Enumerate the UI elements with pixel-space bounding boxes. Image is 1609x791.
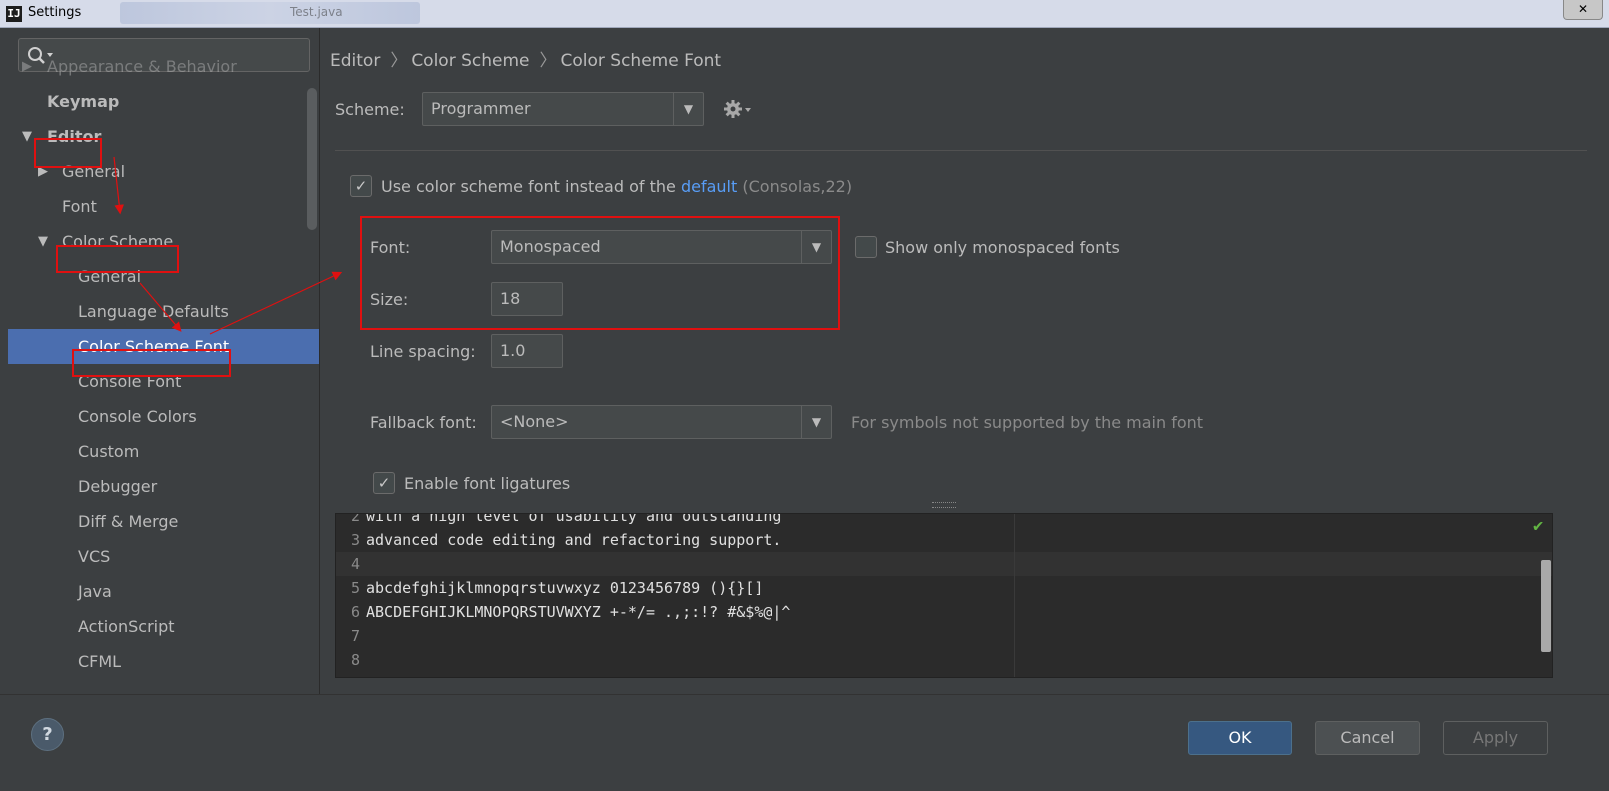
ok-button[interactable]: OK	[1188, 721, 1292, 755]
background-tab: Test.java	[290, 5, 343, 19]
preview-line-text: ABCDEFGHIJKLMNOPQRSTUVWXYZ +-*/= .,;:!? …	[366, 603, 791, 621]
tree-item[interactable]: CFML	[8, 644, 319, 679]
breadcrumb-editor: Editor	[330, 51, 381, 71]
tree-item-label: Diff & Merge	[78, 512, 179, 531]
tree-item[interactable]: Debugger	[8, 469, 319, 504]
tree-scrollbar[interactable]	[307, 88, 317, 230]
chevron-down-icon: ▼	[673, 93, 703, 125]
preview-line: 9	[336, 672, 1552, 677]
line-number: 4	[350, 555, 360, 573]
tree-item[interactable]: Font	[8, 189, 319, 224]
preview-line: 2 with a high level of usability and outs…	[336, 513, 1552, 528]
ligatures-label: Enable font ligatures	[404, 474, 571, 493]
resize-handle[interactable]	[932, 502, 956, 508]
preview-line: 8	[336, 648, 1552, 672]
preview-line-text: with a high level of usability and outst…	[366, 513, 782, 525]
scheme-gear-button[interactable]	[721, 98, 755, 120]
fallback-font-hint: For symbols not supported by the main fo…	[851, 413, 1204, 432]
dialog-footer: ? OK Cancel Apply	[0, 694, 1609, 791]
preview-line-text: abcdefghijklmnopqrstuvwxyz 0123456789 ()…	[366, 579, 764, 597]
use-scheme-font-label: Use color scheme font instead of the def…	[381, 177, 852, 196]
right-margin-guide	[1014, 514, 1015, 677]
breadcrumb-separator: 〉	[390, 51, 408, 71]
breadcrumb-separator: 〉	[539, 51, 557, 71]
tree-item[interactable]: VCS	[8, 539, 319, 574]
line-number: 2	[350, 513, 360, 525]
breadcrumb-color-scheme: Color Scheme	[411, 51, 530, 71]
tree-item[interactable]: Diff & Merge	[8, 504, 319, 539]
default-font-link[interactable]: default	[681, 177, 737, 196]
fallback-font-label: Fallback font:	[370, 413, 477, 432]
line-number: 3	[350, 531, 360, 549]
scheme-label: Scheme:	[335, 100, 405, 119]
background-toolbar	[120, 2, 420, 24]
ligatures-checkbox[interactable]: ✓	[373, 472, 395, 494]
monospaced-only-checkbox[interactable]	[855, 236, 877, 258]
gear-icon	[724, 100, 751, 118]
fallback-font-value: <None>	[500, 412, 569, 431]
separator	[335, 150, 1587, 151]
breadcrumb: Editor 〉 Color Scheme 〉 Color Scheme Font	[330, 46, 725, 71]
fallback-font-dropdown[interactable]: <None> ▼	[491, 405, 832, 439]
line-spacing-input[interactable]: 1.0	[491, 334, 563, 368]
preview-line: 5 abcdefghijklmnopqrstuvwxyz 0123456789 (…	[336, 576, 1552, 600]
tree-item-label: CFML	[78, 652, 122, 671]
line-number: 9	[336, 672, 366, 677]
scheme-value: Programmer	[431, 99, 531, 118]
line-spacing-label: Line spacing:	[370, 342, 476, 361]
tree-item-label: ActionScript	[78, 617, 175, 636]
use-scheme-font-text: Use color scheme font instead of the	[381, 177, 676, 196]
annotation-highlight-color-scheme	[56, 245, 179, 273]
apply-button[interactable]: Apply	[1443, 721, 1548, 755]
tree-item[interactable]: Language Defaults	[8, 294, 319, 329]
checkmark-icon: ✔	[1533, 516, 1544, 536]
tree-item[interactable]: Console Colors	[8, 399, 319, 434]
scheme-dropdown[interactable]: Programmer ▼	[422, 92, 704, 126]
preview-scrollbar[interactable]	[1541, 560, 1551, 652]
intellij-logo-icon: IJ	[6, 6, 22, 22]
line-number: 7	[350, 627, 360, 645]
tree-item[interactable]: Java	[8, 574, 319, 609]
use-scheme-font-checkbox[interactable]: ✓	[350, 175, 372, 197]
close-window-button[interactable]: ✕	[1563, 0, 1603, 20]
expand-arrow-icon[interactable]: ▼	[38, 224, 52, 259]
line-number: 8	[350, 651, 360, 669]
tree-item[interactable]: ▶ Appearance & Behavior	[8, 49, 319, 84]
tree-item-label: Java	[78, 582, 112, 601]
preview-line: 6 ABCDEFGHIJKLMNOPQRSTUVWXYZ +-*/= .,;:!?…	[336, 600, 1552, 624]
window-title: Settings	[28, 5, 82, 20]
tree-item-label: VCS	[78, 547, 111, 566]
tree-item[interactable]: ActionScript	[8, 609, 319, 644]
tree-item-label: Appearance & Behavior	[47, 57, 237, 76]
tree-item-label: Keymap	[47, 92, 120, 111]
monospaced-only-label: Show only monospaced fonts	[885, 238, 1120, 257]
tree-item-label: Language Defaults	[78, 302, 229, 321]
tree-item[interactable]: Keymap	[8, 84, 319, 119]
line-number: 5	[350, 579, 360, 597]
tree-item-label: Font	[62, 197, 97, 216]
tree-item-label: Debugger	[78, 477, 158, 496]
chevron-down-icon: ▼	[801, 406, 831, 438]
annotation-highlight-color-scheme-font	[72, 349, 231, 377]
settings-content-panel: Editor 〉 Color Scheme 〉 Color Scheme Font Sc…	[321, 28, 1609, 694]
preview-line-text: advanced code editing and refactoring su…	[366, 531, 782, 549]
font-preview-editor[interactable]: 2 with a high level of usability and outs…	[335, 513, 1553, 678]
cancel-button[interactable]: Cancel	[1315, 721, 1420, 755]
preview-line: 3 advanced code editing and refactoring s…	[336, 528, 1552, 552]
default-font-hint: (Consolas,22)	[742, 177, 853, 196]
preview-line: 7	[336, 624, 1552, 648]
title-bar: IJ Settings Test.java ✕	[0, 0, 1609, 28]
tree-item-label: Custom	[78, 442, 140, 461]
collapse-arrow-icon[interactable]: ▶	[22, 49, 36, 84]
preview-line: 4	[336, 552, 1552, 576]
breadcrumb-color-scheme-font: Color Scheme Font	[560, 51, 722, 71]
tree-item[interactable]: Custom	[8, 434, 319, 469]
annotation-highlight-editor	[34, 138, 102, 168]
tree-item-label: Console Colors	[78, 407, 197, 426]
help-button[interactable]: ?	[31, 718, 64, 751]
line-number: 6	[350, 603, 360, 621]
annotation-highlight-font-size	[360, 216, 840, 330]
